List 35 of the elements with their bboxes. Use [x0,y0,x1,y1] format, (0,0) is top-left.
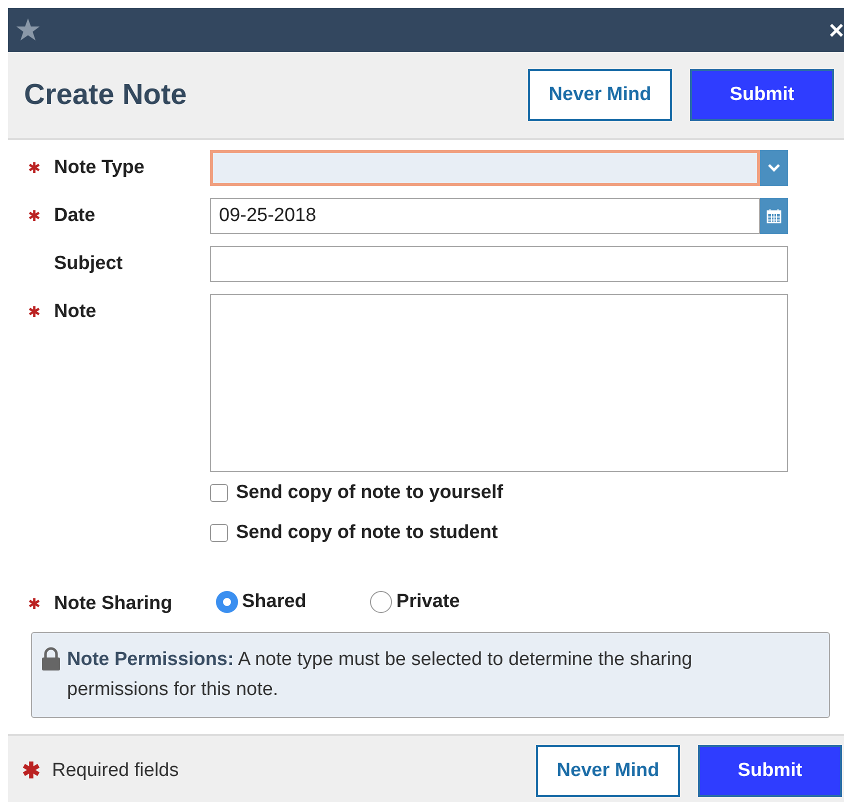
required-marker: ✱ [28,207,42,225]
never-mind-button[interactable]: Never Mind [528,69,672,121]
checkbox[interactable] [210,484,228,502]
calendar-icon [766,208,782,224]
submit-button[interactable]: Submit [698,745,842,797]
lock-icon [41,647,61,671]
required-marker: ✱ [28,303,42,321]
field-label: Subject [54,253,123,275]
submit-button[interactable]: Submit [690,69,834,121]
dropdown-button[interactable] [760,150,788,186]
calendar-button[interactable] [760,198,788,234]
checkbox[interactable] [210,524,228,542]
required-marker: ✱ [28,595,42,613]
field-label: Note [54,301,96,323]
close-button[interactable]: × [828,17,844,43]
never-mind-button[interactable]: Never Mind [536,745,680,797]
radio-button[interactable] [216,591,238,613]
subject-field[interactable] [210,246,788,282]
dropdown-field[interactable] [210,150,760,186]
field-label: Note Type [54,157,144,179]
radio-label: Private [396,591,460,613]
required-marker: ✱ [22,758,40,784]
checkbox-label: Send copy of note to student [236,522,498,544]
notice-text: Note Permissions: A note type must be selected to determine the sharing permissions for this note. [67,648,694,702]
chevron-down-icon [767,163,781,173]
note-field[interactable] [210,294,788,472]
required-marker: ✱ [28,159,42,177]
dialog-title: Create Note [24,78,187,112]
field-label: Date [54,205,96,227]
required-legend: Required fields [52,760,179,782]
radio-label: Shared [242,591,306,613]
field-label: Note Sharing [54,593,172,615]
checkbox-label: Send copy of note to yourself [236,482,504,504]
date-field[interactable]: 09-25-2018 [210,198,760,234]
radio-button[interactable] [370,591,392,613]
